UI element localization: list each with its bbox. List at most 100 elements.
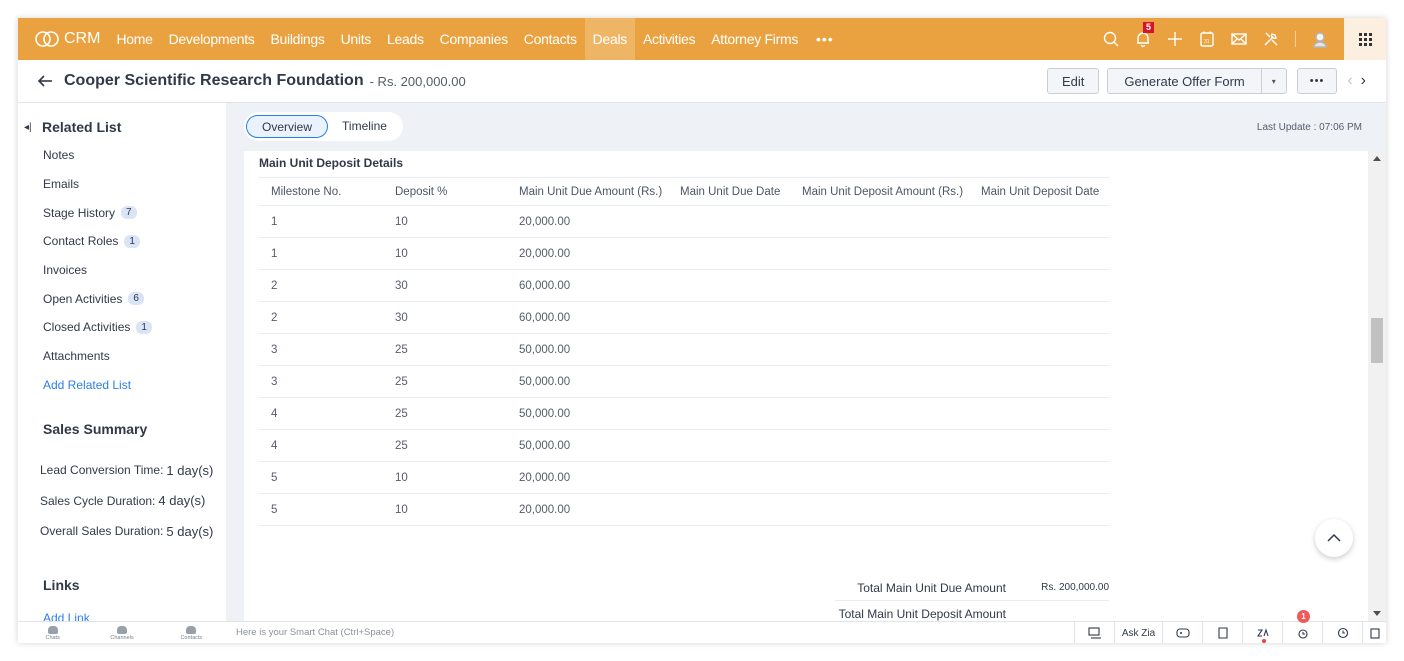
nav-home[interactable]: Home xyxy=(108,18,160,60)
calendar-icon: 31 xyxy=(1200,31,1214,47)
table-cell: 10 xyxy=(383,461,507,494)
related-list: Notes Emails Stage History 7 Contact Role… xyxy=(18,141,226,399)
related-item-emails[interactable]: Emails xyxy=(18,170,226,199)
edit-button[interactable]: Edit xyxy=(1046,68,1100,94)
person-icon xyxy=(186,625,197,634)
reminder-count-badge: 1 xyxy=(1297,610,1310,623)
nav-units[interactable]: Units xyxy=(333,18,379,60)
related-item-notes[interactable]: Notes xyxy=(18,141,226,170)
table-cell xyxy=(790,365,969,398)
table-cell xyxy=(668,397,790,430)
related-item-closed-activities[interactable]: Closed Activities 1 xyxy=(18,313,226,342)
crm-logo[interactable]: CRM xyxy=(34,30,100,48)
table-row: 1 10 20,000.00 xyxy=(259,237,1109,270)
mail-button[interactable] xyxy=(1223,18,1255,60)
nav-more-button[interactable]: ••• xyxy=(806,31,844,47)
nav-developments[interactable]: Developments xyxy=(161,18,263,60)
back-arrow-icon[interactable] xyxy=(36,72,54,90)
previous-record-button[interactable]: ‹ xyxy=(1347,72,1352,90)
user-profile-button[interactable] xyxy=(1304,18,1336,60)
collapse-sidebar-icon[interactable]: ◂| xyxy=(24,122,42,133)
next-record-button[interactable]: › xyxy=(1361,72,1366,90)
nav-separator xyxy=(1295,31,1296,47)
nav-companies[interactable]: Companies xyxy=(432,18,516,60)
table-cell xyxy=(969,493,1109,526)
table-cell: 60,000.00 xyxy=(507,269,668,302)
zia-button[interactable] xyxy=(1242,622,1282,643)
table-cell xyxy=(790,461,969,494)
related-item-attachments[interactable]: Attachments xyxy=(18,342,226,371)
table-row: 2 30 60,000.00 xyxy=(259,269,1109,302)
recent-items-button[interactable] xyxy=(1322,622,1362,643)
scroll-down-arrow[interactable] xyxy=(1373,611,1381,616)
table-cell: 4 xyxy=(259,397,383,430)
nav-buildings[interactable]: Buildings xyxy=(262,18,332,60)
add-related-list-link[interactable]: Add Related List xyxy=(18,371,226,400)
count-badge: 1 xyxy=(136,320,152,334)
table-cell xyxy=(668,365,790,398)
more-actions-button[interactable]: ••• xyxy=(1296,68,1338,94)
generate-offer-form-dropdown[interactable]: ▾ xyxy=(1261,68,1287,94)
related-item-stage-history[interactable]: Stage History 7 xyxy=(18,198,226,227)
nav-deals[interactable]: Deals xyxy=(584,18,635,60)
table-cell xyxy=(969,397,1109,430)
create-button[interactable] xyxy=(1159,18,1191,60)
related-item-label: Notes xyxy=(43,148,75,163)
related-list-header: ◂| Related List xyxy=(24,119,226,135)
setup-button[interactable] xyxy=(1255,18,1287,60)
record-tabs: Overview Timeline xyxy=(244,112,403,141)
mail-icon xyxy=(1231,33,1247,45)
notes-button[interactable] xyxy=(1202,622,1242,643)
summary-value: 1 day(s) xyxy=(166,462,214,478)
nav-activities[interactable]: Activities xyxy=(635,18,703,60)
trash-button[interactable] xyxy=(1362,622,1386,643)
smart-chat-input[interactable]: Here is your Smart Chat (Ctrl+Space) xyxy=(236,627,394,638)
table-row: 3 25 50,000.00 xyxy=(259,365,1109,398)
scroll-up-arrow[interactable] xyxy=(1373,156,1381,161)
bottom-tools: Ask Zia 1 xyxy=(1074,610,1386,643)
generate-offer-form-split-button: Generate Offer Form ▾ xyxy=(1107,68,1287,94)
contacts-tab[interactable]: Contacts xyxy=(157,622,226,643)
table-cell: 25 xyxy=(383,397,507,430)
apps-menu-button[interactable] xyxy=(1344,18,1386,60)
table-row: 5 10 20,000.00 xyxy=(259,461,1109,494)
table-cell xyxy=(668,493,790,526)
search-icon xyxy=(1103,31,1119,47)
nav-contacts[interactable]: Contacts xyxy=(516,18,585,60)
nav-attorney-firms[interactable]: Attorney Firms xyxy=(703,18,806,60)
gamepad-icon xyxy=(1175,628,1190,638)
table-cell: 50,000.00 xyxy=(507,333,668,366)
alarm-clock-icon xyxy=(1297,629,1308,639)
calendar-button[interactable]: 31 xyxy=(1191,18,1223,60)
total-due-row: Total Main Unit Due Amount Rs. 200,000.0… xyxy=(835,575,1109,601)
scrollbar-thumb[interactable] xyxy=(1371,318,1383,363)
search-button[interactable] xyxy=(1095,18,1127,60)
channels-tab[interactable]: Channels xyxy=(87,622,156,643)
screen-share-button[interactable] xyxy=(1074,622,1114,643)
svg-text:31: 31 xyxy=(1204,39,1210,45)
links-title: Links xyxy=(43,576,80,593)
table-cell xyxy=(668,429,790,462)
related-item-invoices[interactable]: Invoices xyxy=(18,256,226,285)
generate-offer-form-button[interactable]: Generate Offer Form xyxy=(1107,68,1262,94)
nav-leads[interactable]: Leads xyxy=(379,18,432,60)
table-row: 3 25 50,000.00 xyxy=(259,333,1109,366)
table-cell xyxy=(790,397,969,430)
chats-tab[interactable]: Chats xyxy=(18,622,87,643)
tab-overview[interactable]: Overview xyxy=(246,115,329,138)
tab-label: Chats xyxy=(45,634,60,641)
scroll-to-top-button[interactable] xyxy=(1315,519,1353,557)
ask-zia-button[interactable]: Ask Zia xyxy=(1114,622,1162,643)
table-cell: 10 xyxy=(383,237,507,270)
notifications-button[interactable]: 5 xyxy=(1127,18,1159,60)
related-item-open-activities[interactable]: Open Activities 6 xyxy=(18,284,226,313)
table-cell xyxy=(790,237,969,270)
reminders-button[interactable]: 1 xyxy=(1282,610,1322,643)
games-button[interactable] xyxy=(1162,622,1202,643)
summary-label: Lead Conversion Time: xyxy=(40,463,164,478)
chevron-up-icon xyxy=(1327,533,1341,542)
vertical-scrollbar[interactable] xyxy=(1368,151,1386,621)
sales-summary-title: Sales Summary xyxy=(43,421,148,438)
related-item-contact-roles[interactable]: Contact Roles 1 xyxy=(18,227,226,256)
tab-timeline[interactable]: Timeline xyxy=(328,115,401,138)
